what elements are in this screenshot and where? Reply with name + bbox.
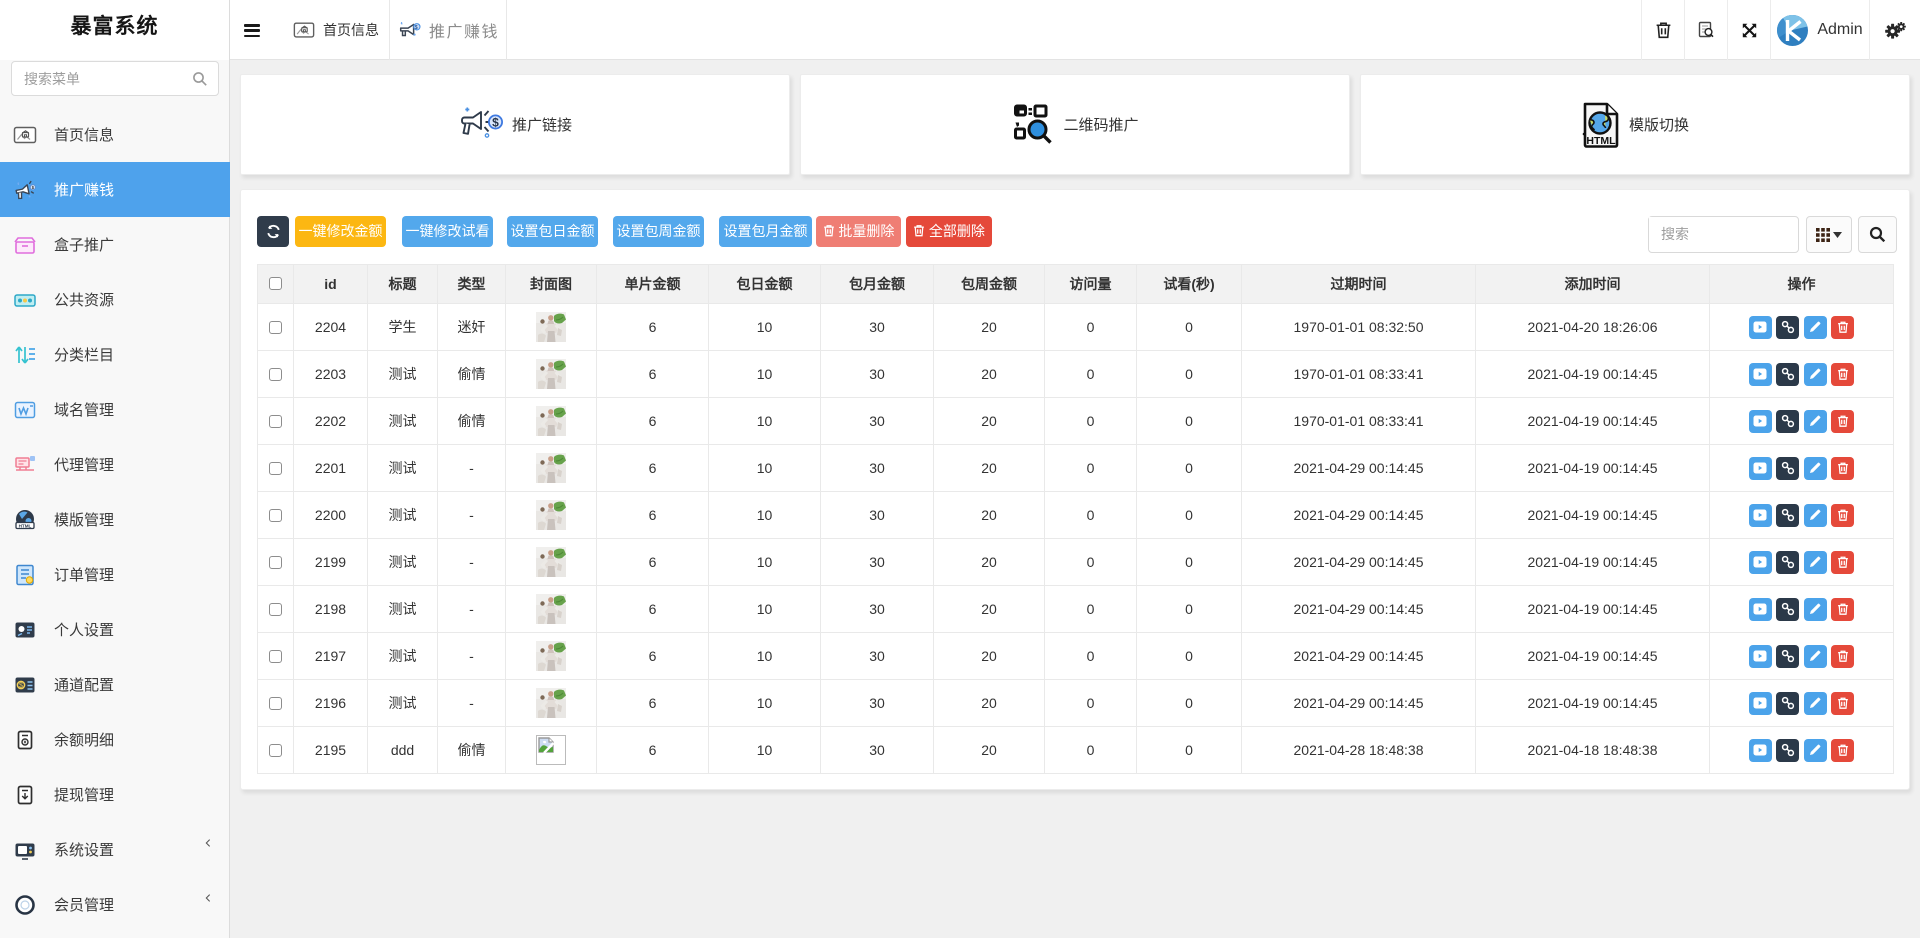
svg-text:$: $: [492, 115, 499, 129]
svg-text:$: $: [19, 682, 23, 689]
svg-text:HTML: HTML: [19, 523, 32, 528]
svg-text:$: $: [415, 25, 419, 31]
svg-text:HTML: HTML: [1586, 135, 1616, 147]
